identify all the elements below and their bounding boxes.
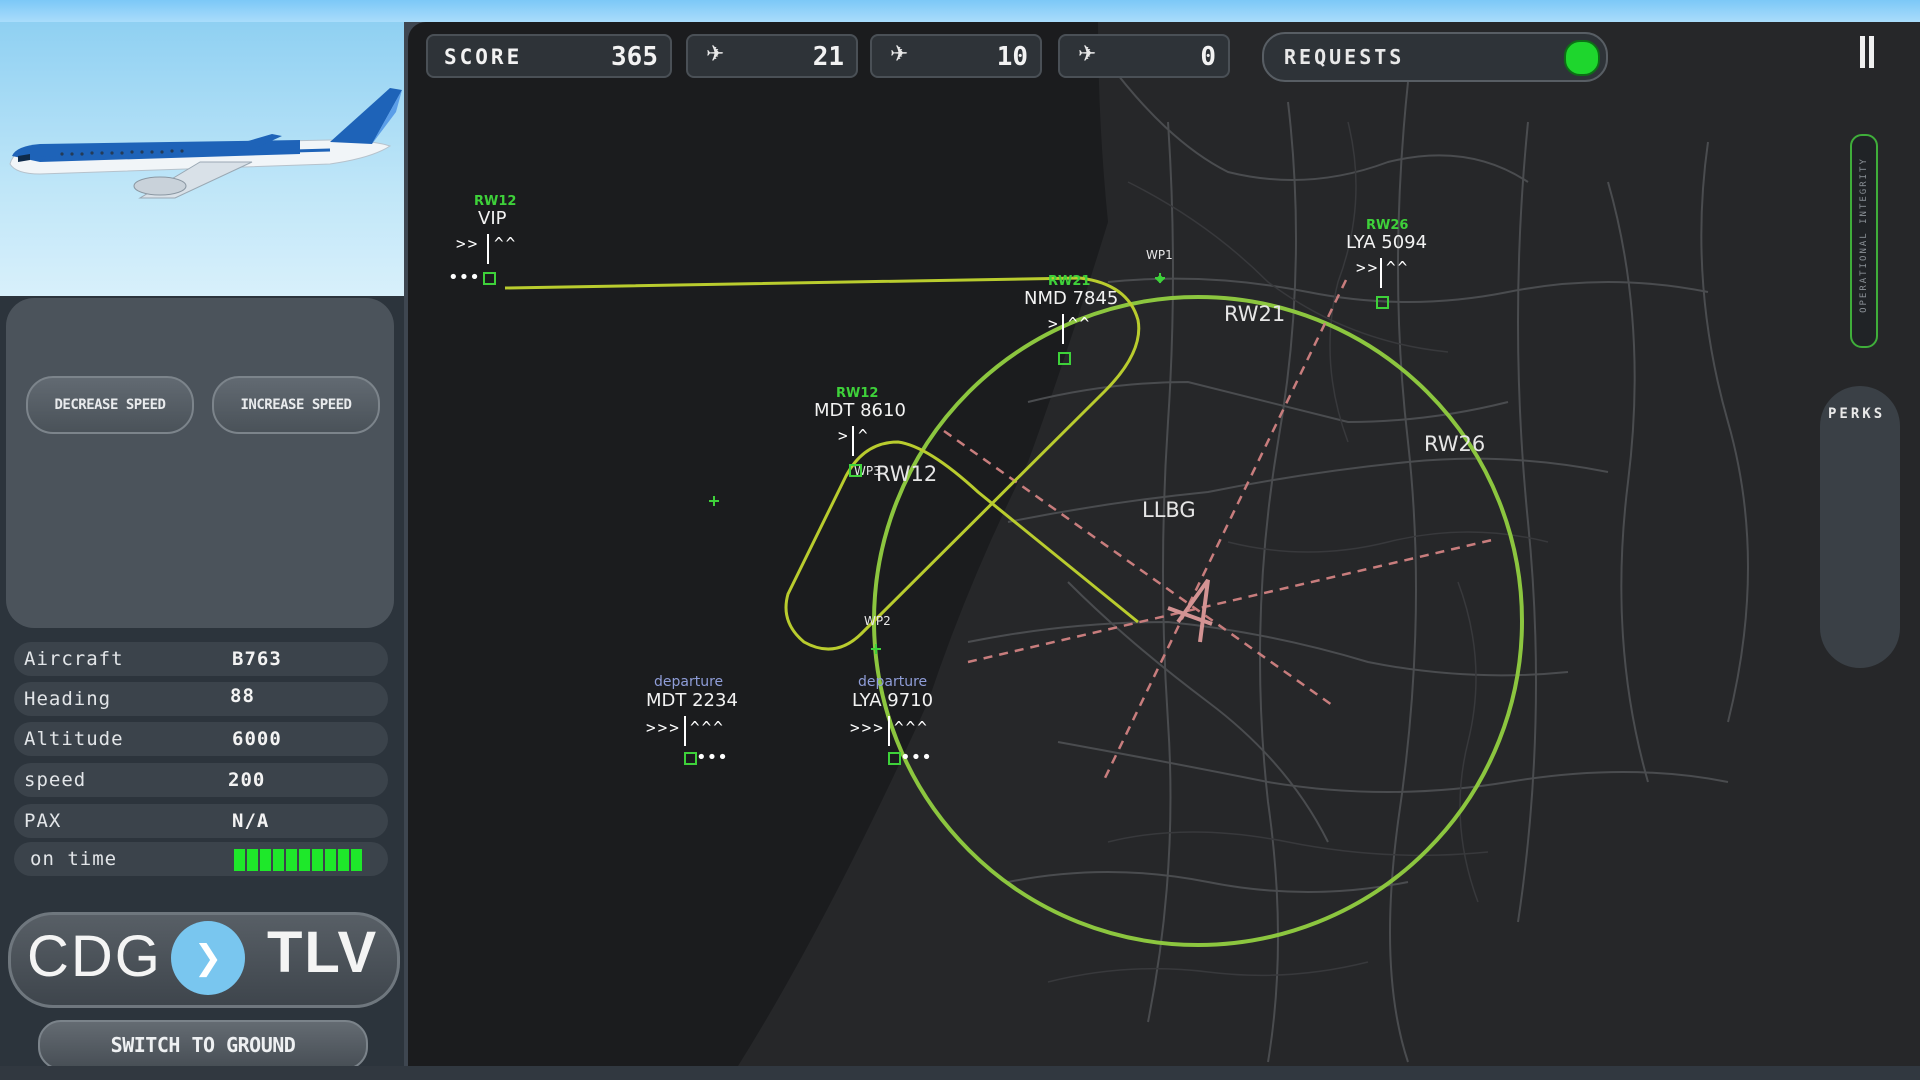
landings-value: 21 bbox=[812, 42, 844, 72]
pause-button[interactable] bbox=[1860, 36, 1874, 68]
increase-speed-button[interactable]: INCREASE SPEED bbox=[212, 376, 380, 434]
plane-crash-icon: ✈︎ bbox=[1078, 42, 1097, 67]
waypoint-label-wp1: WP1 bbox=[1146, 248, 1173, 262]
aircraft-preview bbox=[0, 22, 404, 296]
radar-map[interactable]: SCORE 365 ✈︎ 21 ✈︎ 10 ✈︎ 0 REQUESTS OPER… bbox=[408, 22, 1920, 1066]
flight-route: CDG ❯ TLV bbox=[8, 912, 400, 1008]
aircraft-image bbox=[9, 88, 402, 199]
plane-landing-icon: ✈︎ bbox=[706, 42, 725, 67]
info-row-altitude: Altitude 6000 bbox=[14, 722, 388, 756]
switch-to-ground-button[interactable]: SWITCH TO GROUND bbox=[38, 1020, 368, 1070]
flight-altitude-indicator: ^^^ bbox=[894, 718, 929, 737]
trail-dots-icon: ••• bbox=[696, 747, 728, 768]
decrease-speed-button[interactable]: DECREASE SPEED bbox=[26, 376, 194, 434]
aircraft-marker-icon bbox=[849, 464, 862, 477]
requests-label: REQUESTS bbox=[1284, 45, 1405, 69]
aircraft-panel: DECREASE SPEED INCREASE SPEED Aircraft B… bbox=[0, 22, 404, 1070]
info-row-pax: PAX N/A bbox=[14, 804, 388, 838]
flight-speed-indicator: >> bbox=[1356, 258, 1380, 277]
info-row-heading: Heading 88 bbox=[14, 682, 388, 716]
flight-callsign: NMD 7845 bbox=[1024, 288, 1119, 309]
info-value: N/A bbox=[232, 810, 270, 832]
info-value: B763 bbox=[232, 648, 282, 670]
flight-callsign: MDT 8610 bbox=[814, 400, 906, 421]
route-origin: CDG bbox=[27, 924, 162, 989]
flight-altitude-indicator: ^^ bbox=[494, 234, 518, 253]
runway-label-rw26: RW26 bbox=[1424, 432, 1486, 456]
info-label: PAX bbox=[24, 810, 62, 832]
info-value: 6000 bbox=[232, 728, 282, 750]
flight-speed-indicator: >>> bbox=[646, 718, 681, 737]
flight-altitude-indicator: ^^ bbox=[1068, 314, 1092, 333]
route-arrow-icon: ❯ bbox=[171, 921, 245, 995]
route-destination: TLV bbox=[267, 920, 379, 985]
score-label: SCORE bbox=[444, 45, 523, 69]
takeoffs-counter: ✈︎ 10 bbox=[870, 34, 1042, 78]
runway-label-rw21: RW21 bbox=[1224, 302, 1286, 326]
window-top-strip bbox=[0, 0, 1920, 22]
aircraft-marker-icon bbox=[1058, 352, 1071, 365]
trail-dots-icon: ••• bbox=[900, 747, 932, 768]
perks-label: PERKS bbox=[1828, 406, 1886, 422]
score-box: SCORE 365 bbox=[426, 34, 672, 78]
flight-callsign: VIP bbox=[478, 208, 507, 229]
crashes-counter: ✈︎ 0 bbox=[1058, 34, 1230, 78]
aircraft-marker-icon bbox=[1376, 296, 1389, 309]
info-value: 200 bbox=[228, 769, 266, 791]
trail-dots-icon: ••• bbox=[448, 267, 480, 288]
operational-integrity-meter: OPERATIONAL INTEGRITY bbox=[1850, 134, 1878, 348]
airport-label: LLBG bbox=[1142, 498, 1196, 522]
info-row-aircraft: Aircraft B763 bbox=[14, 642, 388, 676]
info-label: Aircraft bbox=[24, 648, 124, 670]
waypoint-label-wp2: WP2 bbox=[864, 614, 891, 628]
takeoffs-value: 10 bbox=[996, 42, 1028, 72]
flight-callsign: LYA 5094 bbox=[1346, 232, 1428, 253]
info-row-speed: speed 200 bbox=[14, 763, 388, 797]
crashes-value: 0 bbox=[1200, 42, 1216, 72]
score-value: 365 bbox=[611, 42, 658, 72]
landings-counter: ✈︎ 21 bbox=[686, 34, 858, 78]
aircraft-marker-icon bbox=[483, 272, 496, 285]
info-row-on-time: on time bbox=[14, 842, 388, 876]
info-value: 88 bbox=[230, 685, 255, 707]
flight-runway-tag: RW26 bbox=[1366, 218, 1409, 233]
flight-speed-indicator: >> bbox=[456, 234, 480, 253]
flight-altitude-indicator: ^^ bbox=[1386, 258, 1410, 277]
flight-departure-tag: departure bbox=[654, 674, 724, 690]
flight-speed-indicator: > bbox=[1048, 314, 1060, 333]
flight-altitude-indicator: ^ bbox=[858, 426, 870, 445]
map-background bbox=[504, 22, 1920, 1066]
plane-takeoff-icon: ✈︎ bbox=[890, 42, 909, 67]
flight-speed-indicator: > bbox=[838, 426, 850, 445]
pause-icon bbox=[1860, 36, 1865, 68]
flight-runway-tag: RW12 bbox=[836, 386, 879, 401]
speed-controls-panel bbox=[6, 298, 394, 628]
window-bottom-strip bbox=[0, 1066, 1920, 1080]
flight-runway-tag: RW12 bbox=[474, 194, 517, 209]
flight-departure-tag: departure bbox=[858, 674, 928, 690]
info-label: Altitude bbox=[24, 728, 124, 750]
requests-button[interactable]: REQUESTS bbox=[1262, 32, 1608, 82]
flight-altitude-indicator: ^^^ bbox=[690, 718, 725, 737]
info-label: speed bbox=[24, 769, 87, 791]
integrity-label: OPERATIONAL INTEGRITY bbox=[1859, 157, 1869, 313]
runway-label-rw12: RW12 bbox=[876, 462, 938, 486]
on-time-meter bbox=[234, 849, 362, 871]
info-label: on time bbox=[30, 848, 118, 870]
requests-status-icon bbox=[1564, 40, 1600, 76]
flight-callsign: LYA 9710 bbox=[852, 690, 934, 711]
flight-runway-tag: RW21 bbox=[1048, 274, 1091, 289]
info-label: Heading bbox=[24, 688, 112, 710]
flight-speed-indicator: >>> bbox=[850, 718, 885, 737]
perks-button[interactable]: PERKS bbox=[1820, 386, 1900, 668]
flight-callsign: MDT 2234 bbox=[646, 690, 738, 711]
